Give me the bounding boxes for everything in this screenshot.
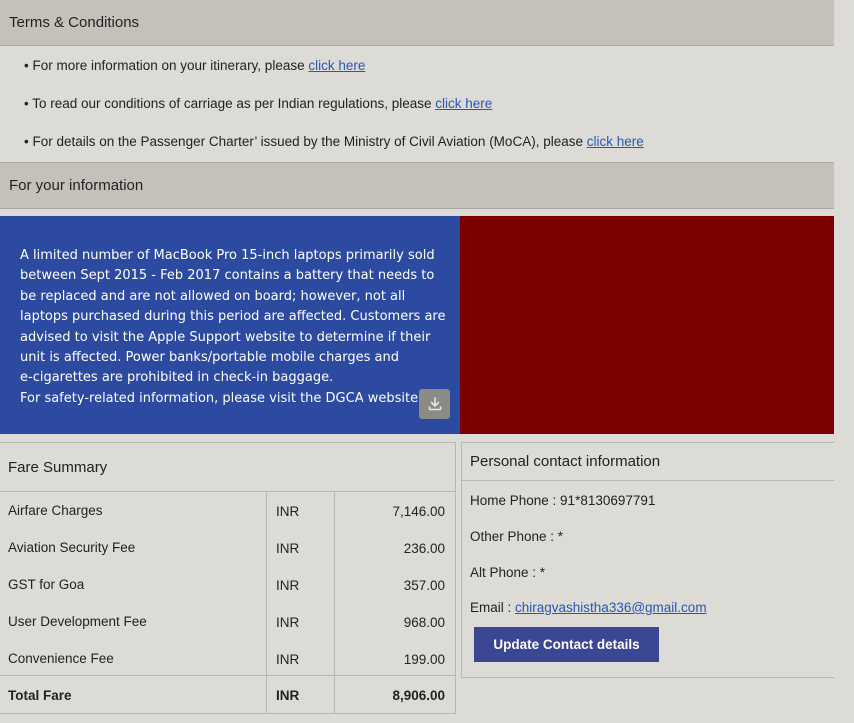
terms-header-label: Terms & Conditions (9, 14, 140, 31)
email-row: Email : chiragvashistha336@gmail.com (470, 600, 707, 615)
charter-click-here-link[interactable]: click here (587, 134, 644, 149)
fare-item-currency: INR (276, 578, 300, 593)
divider (0, 675, 455, 676)
fare-item-amount: 357.00 (403, 578, 445, 593)
download-icon (428, 397, 441, 411)
passenger-charter-bullet: • For details on the Passenger Charter’ … (24, 134, 644, 149)
fare-item-amount: 968.00 (403, 615, 445, 630)
banner-line: A limited number of MacBook Pro 15-inch … (20, 248, 435, 263)
total-fare-amount: 8,906.00 (392, 688, 445, 703)
email-label: Email : (470, 600, 516, 615)
fare-item-currency: INR (276, 615, 300, 630)
fare-item-currency: INR (276, 504, 300, 519)
divider (334, 492, 335, 714)
terms-header: Terms & Conditions (0, 0, 834, 46)
banner-line: between Sept 2015 - Feb 2017 contains a … (20, 268, 435, 284)
info-header: For your information (0, 162, 834, 209)
total-fare-label: Total Fare (8, 688, 72, 703)
info-banner-side-panel (460, 216, 834, 434)
bullet-text: • For details on the Passenger Charter’ … (24, 134, 587, 149)
contact-info-title: Personal contact information (470, 453, 661, 470)
divider (462, 480, 834, 481)
fare-item-name: Aviation Security Fee (8, 540, 136, 555)
fare-item-name: Airfare Charges (8, 503, 103, 518)
update-contact-button[interactable]: Update Contact details (474, 627, 659, 662)
divider (266, 492, 267, 714)
email-link[interactable]: chiragvashistha336@gmail.com (515, 600, 707, 615)
divider (0, 491, 455, 492)
fare-item-amount: 199.00 (403, 652, 445, 667)
banner-text: A limited number of MacBook Pro 15-inch … (20, 246, 450, 409)
fare-item-amount: 236.00 (403, 541, 445, 556)
alt-phone: Alt Phone : * (470, 565, 546, 580)
fare-item-currency: INR (276, 652, 300, 667)
itinerary-click-here-link[interactable]: click here (308, 58, 365, 73)
contact-info-panel: Personal contact information Home Phone … (461, 442, 834, 678)
banner-line: be replaced and are not allowed on board… (20, 288, 406, 304)
banner-line: e-cigarettes are prohibited in check-in … (20, 370, 334, 386)
banner-line: unit is affected. Power banks/portable m… (20, 350, 400, 366)
fare-item-name: Convenience Fee (8, 651, 114, 666)
fare-item-currency: INR (276, 541, 300, 556)
fare-summary-panel: Fare Summary Airfare Charges INR 7,146.0… (0, 442, 456, 714)
download-button[interactable] (419, 389, 450, 419)
carriage-conditions-bullet: • To read our conditions of carriage as … (24, 96, 492, 111)
itinerary-info-bullet: • For more information on your itinerary… (24, 58, 365, 73)
info-banner: A limited number of MacBook Pro 15-inch … (0, 216, 460, 434)
home-phone: Home Phone : 91*8130697791 (470, 493, 656, 508)
banner-line: advised to visit the Apple Support websi… (20, 329, 431, 345)
info-header-label: For your information (9, 177, 144, 194)
carriage-click-here-link[interactable]: click here (435, 96, 492, 111)
other-phone: Other Phone : * (470, 529, 564, 544)
fare-summary-title: Fare Summary (8, 459, 108, 476)
bullet-text: • To read our conditions of carriage as … (24, 96, 436, 111)
banner-line: For safety-related information, please v… (20, 390, 419, 406)
fare-item-amount: 7,146.00 (392, 504, 445, 519)
total-fare-currency: INR (276, 688, 300, 703)
banner-line: laptops purchased during this period are… (20, 309, 446, 325)
fare-item-name: GST for Goa (8, 577, 85, 592)
fare-item-name: User Development Fee (8, 614, 147, 629)
bullet-text: • For more information on your itinerary… (24, 58, 309, 73)
